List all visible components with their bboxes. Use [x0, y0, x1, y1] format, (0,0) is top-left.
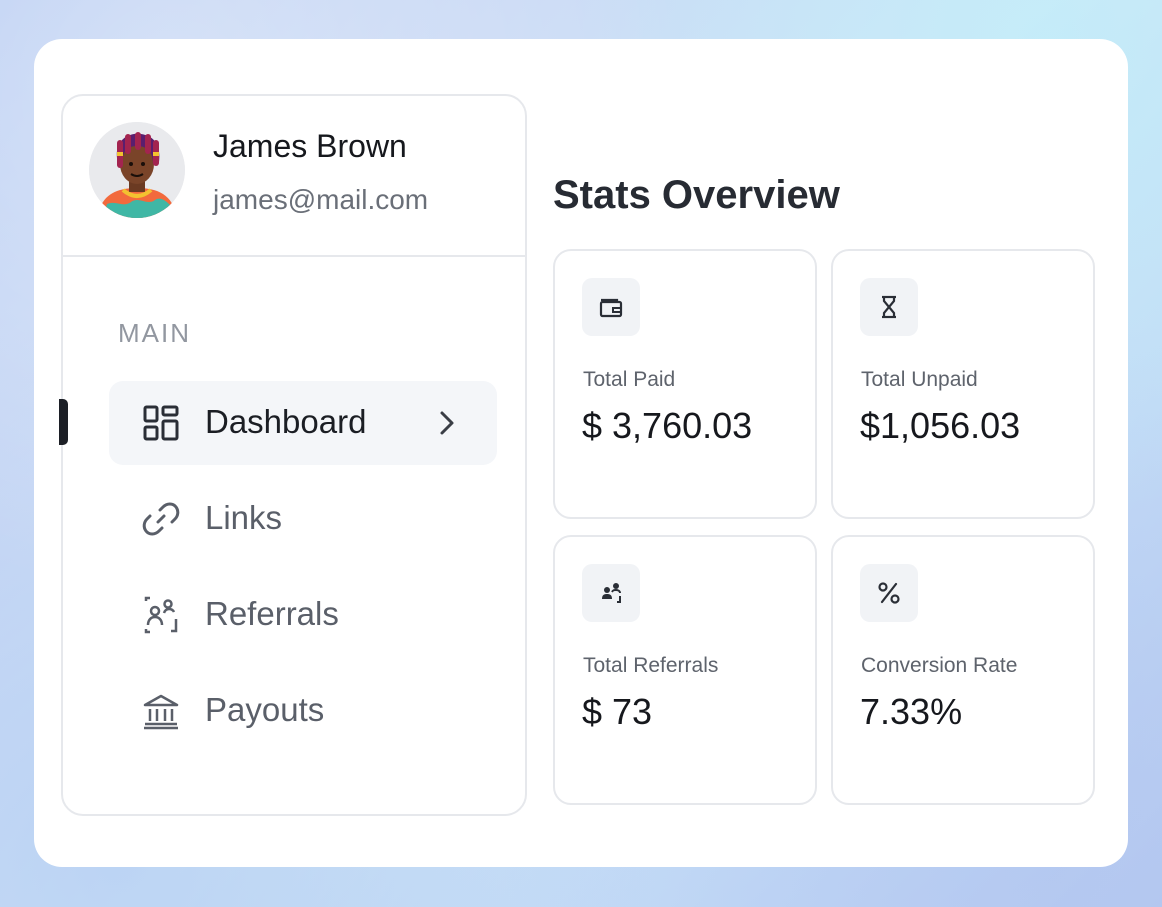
- stat-icon-container: [582, 278, 640, 336]
- profile-header: James Brown james@mail.com: [63, 96, 525, 257]
- stat-value: $1,056.03: [860, 405, 1021, 446]
- stat-card-total-referrals: Total Referrals $ 73: [553, 535, 817, 805]
- stat-icon-container: [860, 278, 918, 336]
- stat-card-total-paid: Total Paid $ 3,760.03: [553, 249, 817, 519]
- users-icon: [602, 583, 621, 603]
- sidebar-item-dashboard[interactable]: Dashboard: [109, 381, 497, 465]
- stat-icon-container: [582, 564, 640, 622]
- active-nav-marker: [59, 399, 68, 445]
- avatar[interactable]: [89, 122, 185, 218]
- wallet-icon: [599, 298, 623, 318]
- hourglass-icon: [882, 295, 896, 319]
- page-title: Stats Overview: [553, 173, 840, 217]
- stat-label: Total Unpaid: [861, 368, 978, 391]
- user-email: james@mail.com: [213, 184, 429, 215]
- chevron-right-icon: [440, 411, 454, 435]
- user-name: James Brown: [213, 128, 407, 164]
- dashboard-icon: [143, 405, 179, 441]
- nav-section-label: MAIN: [118, 318, 191, 348]
- link-icon: [142, 502, 180, 536]
- bank-icon: [143, 694, 179, 730]
- sidebar-item-label: Links: [205, 499, 283, 536]
- stat-label: Total Paid: [583, 368, 676, 391]
- stat-icon-container: [860, 564, 918, 622]
- referrals-icon: [144, 596, 178, 634]
- sidebar-item-label: Dashboard: [205, 403, 367, 440]
- stat-value: $ 3,760.03: [582, 405, 753, 446]
- stat-value: $ 73: [582, 691, 653, 732]
- sidebar: James Brown james@mail.com MAIN Dashboar…: [59, 94, 527, 816]
- avatar-illustration-icon: [89, 122, 185, 218]
- sidebar-item-label: Payouts: [205, 691, 325, 728]
- stat-label: Total Referrals: [583, 654, 719, 677]
- stat-card-total-unpaid: Total Unpaid $1,056.03: [831, 249, 1095, 519]
- stat-label: Conversion Rate: [861, 654, 1018, 677]
- sidebar-item-label: Referrals: [205, 595, 339, 632]
- sidebar-item-payouts[interactable]: Payouts: [109, 669, 497, 753]
- sidebar-item-links[interactable]: Links: [109, 477, 497, 561]
- stat-card-conversion-rate: Conversion Rate 7.33%: [831, 535, 1095, 805]
- percent-icon: [878, 582, 900, 604]
- sidebar-item-referrals[interactable]: Referrals: [109, 573, 497, 657]
- stat-value: 7.33%: [860, 691, 963, 732]
- main-card: James Brown james@mail.com MAIN Dashboar…: [34, 39, 1128, 867]
